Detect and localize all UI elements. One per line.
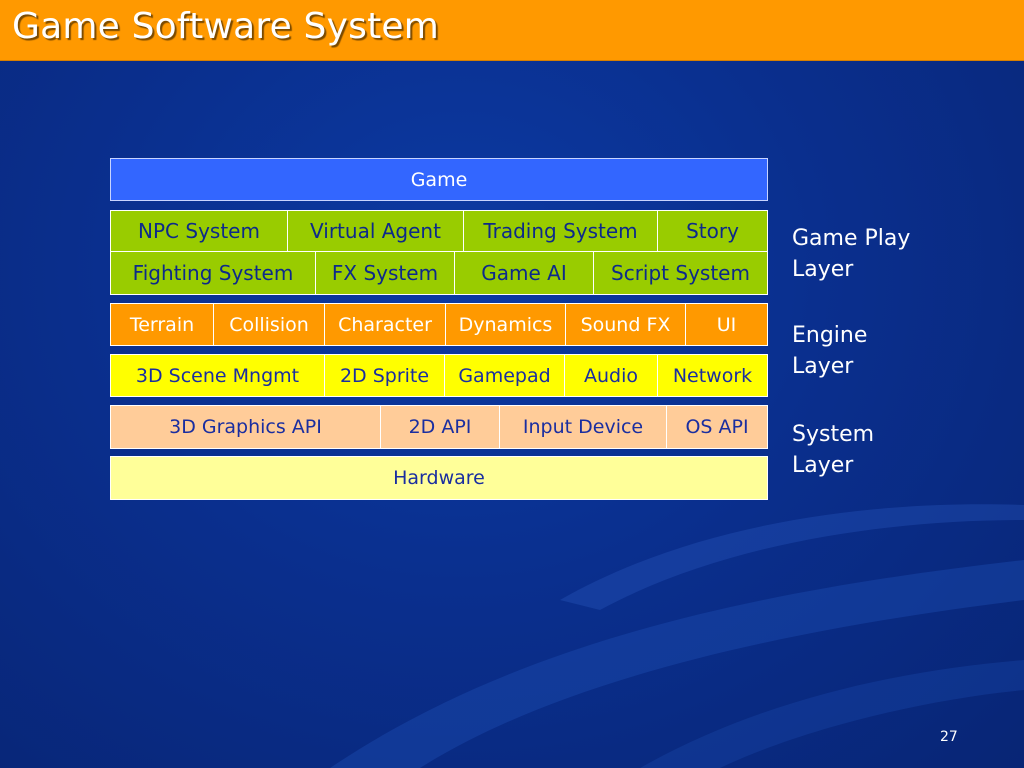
character-box: Character bbox=[324, 304, 445, 345]
engine-layer-label: Engine Layer bbox=[792, 320, 867, 382]
input-device-box: Input Device bbox=[499, 406, 666, 448]
title-bar: Game Software System bbox=[0, 0, 1024, 61]
3d-scene-mngmt-box: 3D Scene Mngmt bbox=[135, 364, 300, 387]
engine-row: Terrain Collision Character Dynamics Sou… bbox=[110, 303, 768, 346]
page-number: 27 bbox=[940, 729, 958, 745]
trading-system-box: Trading System bbox=[463, 211, 657, 251]
game-play-layer-label: Game Play Layer bbox=[792, 223, 910, 285]
middleware-row: 3D Scene Mngmt 2D Sprite Gamepad Audio N… bbox=[110, 354, 768, 397]
os-api-box: OS API bbox=[666, 406, 767, 448]
system-api-row: 3D Graphics API 2D API Input Device OS A… bbox=[110, 405, 768, 449]
fx-system-box: FX System bbox=[315, 252, 454, 294]
sound-fx-box: Sound FX bbox=[565, 304, 685, 345]
slide-title: Game Software System bbox=[12, 6, 439, 47]
system-layer-line-2: Layer bbox=[792, 453, 854, 478]
dynamics-box: Dynamics bbox=[445, 304, 565, 345]
fighting-system-box: Fighting System bbox=[132, 261, 294, 285]
2d-sprite-box: 2D Sprite bbox=[324, 355, 444, 396]
game-play-row-1: NPC System Virtual Agent Trading System … bbox=[110, 210, 768, 252]
2d-api-box: 2D API bbox=[380, 406, 499, 448]
story-box: Story bbox=[657, 211, 767, 251]
virtual-agent-box: Virtual Agent bbox=[287, 211, 463, 251]
gamepad-box: Gamepad bbox=[444, 355, 564, 396]
engine-layer-line-2: Layer bbox=[792, 354, 854, 379]
npc-system-box: NPC System bbox=[138, 219, 260, 243]
system-layer-line-1: System bbox=[792, 422, 875, 447]
system-layer-label: System Layer bbox=[792, 419, 874, 481]
3d-graphics-api-box: 3D Graphics API bbox=[169, 416, 322, 438]
audio-box: Audio bbox=[564, 355, 657, 396]
game-ai-box: Game AI bbox=[454, 252, 593, 294]
game-play-layer-line-1: Game Play bbox=[792, 226, 911, 251]
terrain-box: Terrain bbox=[129, 313, 195, 336]
hardware-row: Hardware bbox=[110, 456, 768, 500]
ui-box: UI bbox=[685, 304, 767, 345]
game-play-layer-line-2: Layer bbox=[792, 257, 854, 282]
game-box: Game bbox=[410, 168, 468, 191]
network-box: Network bbox=[657, 355, 767, 396]
script-system-box: Script System bbox=[593, 252, 767, 294]
game-row: Game bbox=[110, 158, 768, 201]
game-play-row-2: Fighting System FX System Game AI Script… bbox=[110, 252, 768, 295]
hardware-box: Hardware bbox=[393, 467, 485, 489]
engine-layer-line-1: Engine bbox=[792, 323, 868, 348]
collision-box: Collision bbox=[213, 304, 324, 345]
